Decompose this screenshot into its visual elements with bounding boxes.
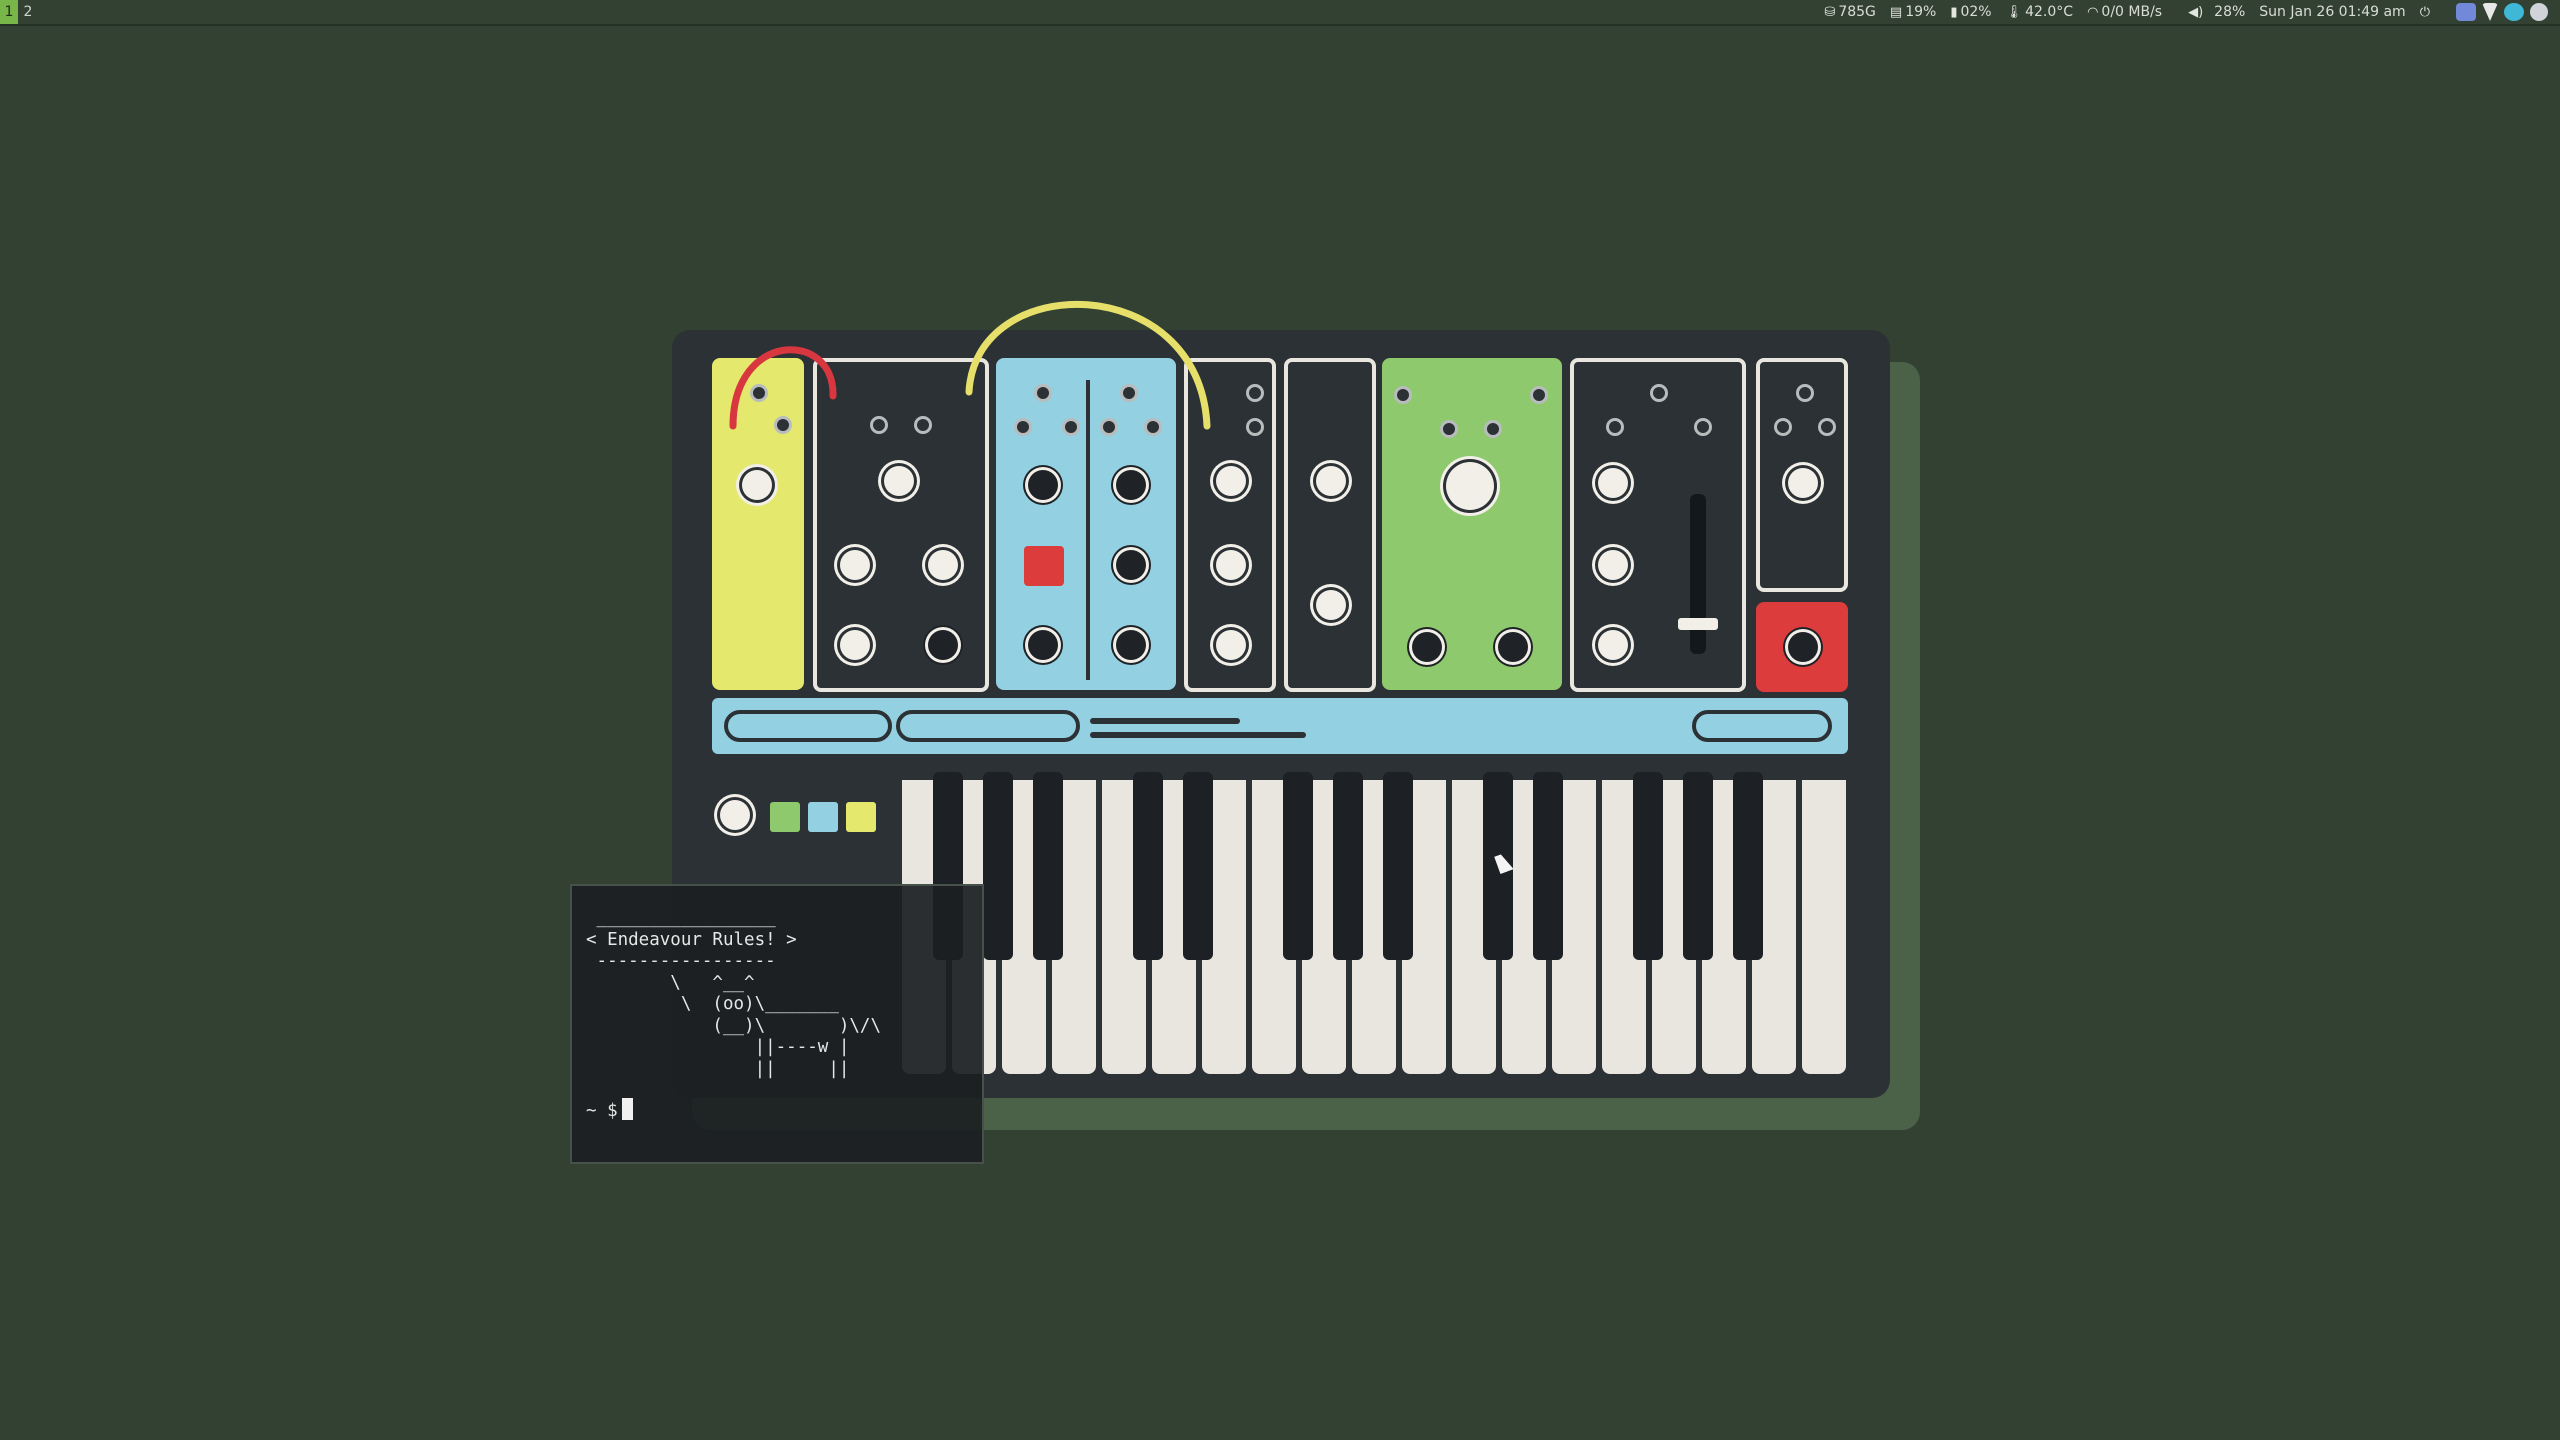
strip-line (1090, 718, 1240, 724)
text-cursor (621, 1098, 633, 1120)
strip-pill (724, 710, 892, 742)
synth-pad-blue (808, 802, 838, 832)
black-key (983, 772, 1013, 960)
black-key (1733, 772, 1763, 960)
black-key (1033, 772, 1063, 960)
cowsay-output: _________________ < Endeavour Rules! > -… (586, 908, 882, 1079)
strip-pill (896, 710, 1080, 742)
black-key (1533, 772, 1563, 960)
synth-pad-yellow (846, 802, 876, 832)
black-key (1183, 772, 1213, 960)
black-key (1633, 772, 1663, 960)
strip-pill (1692, 710, 1832, 742)
black-key (1683, 772, 1713, 960)
prompt-text: ~ $ (586, 1101, 618, 1121)
synth-pad-green (770, 802, 800, 832)
shell-prompt[interactable]: ~ $ (586, 1098, 633, 1121)
synth-knob (720, 800, 750, 830)
terminal-window[interactable]: _________________ < Endeavour Rules! > -… (570, 884, 984, 1164)
black-key (1133, 772, 1163, 960)
white-key (1802, 780, 1846, 1074)
strip-line (1090, 732, 1306, 738)
black-key (1333, 772, 1363, 960)
black-key (1383, 772, 1413, 960)
black-key (1283, 772, 1313, 960)
